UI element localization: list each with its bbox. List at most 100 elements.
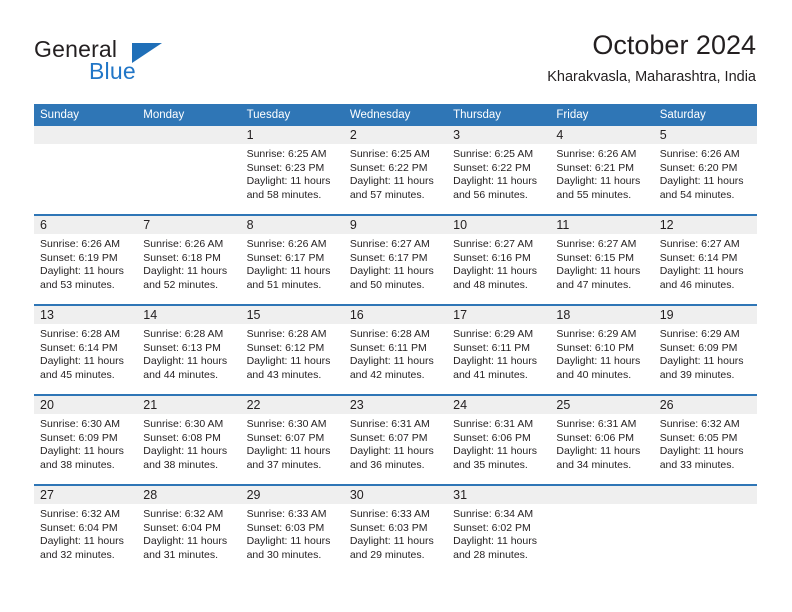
day-number: 19 (653, 306, 757, 324)
weekday-header-wednesday: Wednesday (343, 104, 448, 126)
calendar-day-cell[interactable]: 26 Sunrise: 6:32 AM Sunset: 6:05 PM Dayligh… (653, 394, 757, 485)
calendar-day-cell[interactable]: 3 Sunrise: 6:25 AM Sunset: 6:22 PM Daylight… (447, 126, 551, 215)
calendar-day-cell[interactable]: 7 Sunrise: 6:26 AM Sunset: 6:18 PM Daylight… (137, 214, 241, 305)
day-detail-daylight1: Daylight: 11 hours (556, 445, 641, 458)
day-detail-daylight2: and 41 minutes. (453, 368, 528, 381)
day-detail-daylight1: Daylight: 11 hours (453, 445, 537, 458)
day-details: Sunrise: 6:30 AM Sunset: 6:07 PM Daylight:… (241, 414, 344, 472)
day-detail-sunrise: Sunrise: 6:30 AM (246, 418, 327, 430)
day-detail-sunrise: Sunrise: 6:34 AM (453, 508, 534, 520)
day-detail-daylight1: Daylight: 11 hours (556, 355, 641, 368)
calendar-day-cell[interactable]: 30 Sunrise: 6:33 AM Sunset: 6:03 PM Dayligh… (343, 484, 448, 574)
weekday-header-row: Sunday Monday Tuesday Wednesday Thursday… (34, 104, 757, 126)
day-detail-sunrise: Sunrise: 6:28 AM (143, 328, 224, 340)
day-detail-sunrise: Sunrise: 6:27 AM (349, 238, 430, 250)
calendar-day-cell[interactable]: 20 Sunrise: 6:30 AM Sunset: 6:09 PM Dayligh… (34, 394, 138, 485)
day-details: Sunrise: 6:26 AM Sunset: 6:20 PM Daylight:… (654, 144, 757, 202)
calendar-day-cell[interactable]: 21 Sunrise: 6:30 AM Sunset: 6:08 PM Dayligh… (137, 394, 241, 485)
day-detail-daylight2: and 34 minutes. (556, 458, 632, 471)
calendar-day-cell[interactable]: 1 Sunrise: 6:25 AM Sunset: 6:23 PM Daylight… (240, 126, 344, 215)
day-detail-daylight2: and 46 minutes. (659, 278, 735, 291)
day-details: Sunrise: 6:26 AM Sunset: 6:19 PM Daylight:… (34, 234, 137, 292)
day-detail-sunset: Sunset: 6:11 PM (453, 341, 530, 354)
day-detail-sunset: Sunset: 6:08 PM (143, 431, 221, 444)
day-number: 2 (343, 126, 448, 144)
calendar-day-cell[interactable]: 19 Sunrise: 6:29 AM Sunset: 6:09 PM Dayligh… (653, 304, 757, 395)
day-detail-sunset: Sunset: 6:04 PM (40, 521, 118, 534)
day-detail-daylight1: Daylight: 11 hours (349, 265, 434, 278)
calendar-day-cell[interactable]: 25 Sunrise: 6:31 AM Sunset: 6:06 PM Dayligh… (550, 394, 654, 485)
day-detail-daylight1: Daylight: 11 hours (556, 265, 641, 278)
calendar-day-cell[interactable]: 4 Sunrise: 6:26 AM Sunset: 6:21 PM Daylight… (550, 126, 654, 215)
day-detail-sunset: Sunset: 6:02 PM (453, 521, 531, 534)
calendar-day-cell[interactable]: 5 Sunrise: 6:26 AM Sunset: 6:20 PM Daylight… (653, 126, 757, 215)
day-detail-sunset: Sunset: 6:10 PM (556, 341, 635, 354)
calendar-day-cell[interactable]: 13 Sunrise: 6:28 AM Sunset: 6:14 PM Dayligh… (34, 304, 138, 395)
day-detail-daylight2: and 37 minutes. (246, 458, 322, 471)
day-detail-sunrise: Sunrise: 6:28 AM (40, 328, 120, 340)
day-details: Sunrise: 6:26 AM Sunset: 6:18 PM Daylight:… (137, 234, 240, 292)
day-detail-daylight1: Daylight: 11 hours (40, 535, 124, 548)
day-number (550, 486, 654, 504)
day-detail-daylight2: and 50 minutes. (349, 278, 425, 291)
calendar-day-cell[interactable]: 27 Sunrise: 6:32 AM Sunset: 6:04 PM Dayligh… (34, 484, 138, 574)
calendar-day-cell[interactable]: 6 Sunrise: 6:26 AM Sunset: 6:19 PM Daylight… (34, 214, 138, 305)
day-number: 8 (240, 216, 344, 234)
calendar-day-cell[interactable]: 31 Sunrise: 6:34 AM Sunset: 6:02 PM Dayligh… (447, 484, 551, 574)
calendar-day-cell[interactable]: 22 Sunrise: 6:30 AM Sunset: 6:07 PM Dayligh… (240, 394, 344, 485)
calendar-week-row: 6 Sunrise: 6:26 AM Sunset: 6:19 PM Daylight… (34, 214, 757, 305)
calendar-day-cell[interactable]: 16 Sunrise: 6:28 AM Sunset: 6:11 PM Dayligh… (343, 304, 448, 395)
day-detail-daylight2: and 54 minutes. (659, 188, 735, 201)
calendar-day-cell[interactable]: 29 Sunrise: 6:33 AM Sunset: 6:03 PM Dayligh… (240, 484, 344, 574)
day-detail-daylight1: Daylight: 11 hours (246, 265, 331, 278)
calendar-day-cell[interactable]: 15 Sunrise: 6:28 AM Sunset: 6:12 PM Dayligh… (240, 304, 344, 395)
day-details: Sunrise: 6:27 AM Sunset: 6:14 PM Daylight:… (654, 234, 757, 292)
day-number: 30 (343, 486, 448, 504)
day-number: 16 (343, 306, 448, 324)
day-detail-sunset: Sunset: 6:21 PM (556, 161, 635, 174)
calendar-day-cell[interactable]: 24 Sunrise: 6:31 AM Sunset: 6:06 PM Dayligh… (447, 394, 551, 485)
calendar-day-cell[interactable]: 9 Sunrise: 6:27 AM Sunset: 6:17 PM Daylight… (343, 214, 448, 305)
day-detail-daylight1: Daylight: 11 hours (349, 445, 434, 458)
brand-name-blue: Blue (89, 58, 136, 84)
calendar-day-cell[interactable]: 10 Sunrise: 6:27 AM Sunset: 6:16 PM Dayligh… (447, 214, 551, 305)
day-detail-daylight2: and 52 minutes. (143, 278, 218, 291)
day-detail-sunset: Sunset: 6:15 PM (556, 251, 635, 264)
calendar-day-cell[interactable]: 17 Sunrise: 6:29 AM Sunset: 6:11 PM Dayligh… (447, 304, 551, 395)
day-detail-sunrise: Sunrise: 6:31 AM (453, 418, 534, 430)
title-block: October 2024 Kharakvasla, Maharashtra, I… (547, 28, 756, 86)
calendar-day-cell[interactable]: 23 Sunrise: 6:31 AM Sunset: 6:07 PM Dayligh… (343, 394, 448, 485)
day-detail-sunrise: Sunrise: 6:33 AM (246, 508, 327, 520)
calendar-day-cell[interactable]: 12 Sunrise: 6:27 AM Sunset: 6:14 PM Dayligh… (653, 214, 757, 305)
calendar-day-cell[interactable]: 11 Sunrise: 6:27 AM Sunset: 6:15 PM Dayligh… (550, 214, 654, 305)
day-detail-sunset: Sunset: 6:07 PM (246, 431, 325, 444)
day-details: Sunrise: 6:34 AM Sunset: 6:02 PM Daylight:… (447, 504, 550, 562)
day-details: Sunrise: 6:30 AM Sunset: 6:08 PM Daylight:… (137, 414, 240, 472)
day-detail-sunrise: Sunrise: 6:28 AM (349, 328, 430, 340)
day-detail-daylight1: Daylight: 11 hours (556, 175, 641, 188)
brand-logo[interactable]: General Blue (34, 36, 264, 88)
calendar-day-cell[interactable]: 14 Sunrise: 6:28 AM Sunset: 6:13 PM Dayligh… (137, 304, 241, 395)
day-detail-sunset: Sunset: 6:14 PM (40, 341, 118, 354)
calendar-day-cell[interactable]: 2 Sunrise: 6:25 AM Sunset: 6:22 PM Daylight… (343, 126, 448, 215)
calendar-page: General Blue October 2024 Kharakvasla, M… (0, 0, 792, 612)
calendar-day-cell[interactable]: 28 Sunrise: 6:32 AM Sunset: 6:04 PM Dayligh… (137, 484, 241, 574)
day-detail-daylight1: Daylight: 11 hours (349, 355, 434, 368)
day-details: Sunrise: 6:31 AM Sunset: 6:07 PM Daylight:… (344, 414, 447, 472)
day-detail-sunrise: Sunrise: 6:28 AM (246, 328, 327, 340)
day-detail-sunrise: Sunrise: 6:31 AM (349, 418, 430, 430)
day-detail-daylight1: Daylight: 11 hours (40, 445, 124, 458)
day-detail-sunset: Sunset: 6:07 PM (349, 431, 428, 444)
day-detail-sunset: Sunset: 6:09 PM (659, 341, 738, 354)
day-detail-sunrise: Sunrise: 6:29 AM (556, 328, 637, 340)
day-detail-sunrise: Sunrise: 6:25 AM (246, 148, 327, 160)
calendar-day-cell[interactable]: 18 Sunrise: 6:29 AM Sunset: 6:10 PM Dayligh… (550, 304, 654, 395)
calendar-grid: Sunday Monday Tuesday Wednesday Thursday… (34, 104, 757, 574)
day-detail-daylight2: and 43 minutes. (246, 368, 322, 381)
weekday-header-saturday: Saturday (653, 104, 757, 126)
day-detail-sunset: Sunset: 6:14 PM (659, 251, 738, 264)
day-detail-sunset: Sunset: 6:18 PM (143, 251, 221, 264)
day-details: Sunrise: 6:27 AM Sunset: 6:16 PM Daylight:… (447, 234, 550, 292)
calendar-day-cell[interactable]: 8 Sunrise: 6:26 AM Sunset: 6:17 PM Daylight… (240, 214, 344, 305)
day-number: 12 (653, 216, 757, 234)
